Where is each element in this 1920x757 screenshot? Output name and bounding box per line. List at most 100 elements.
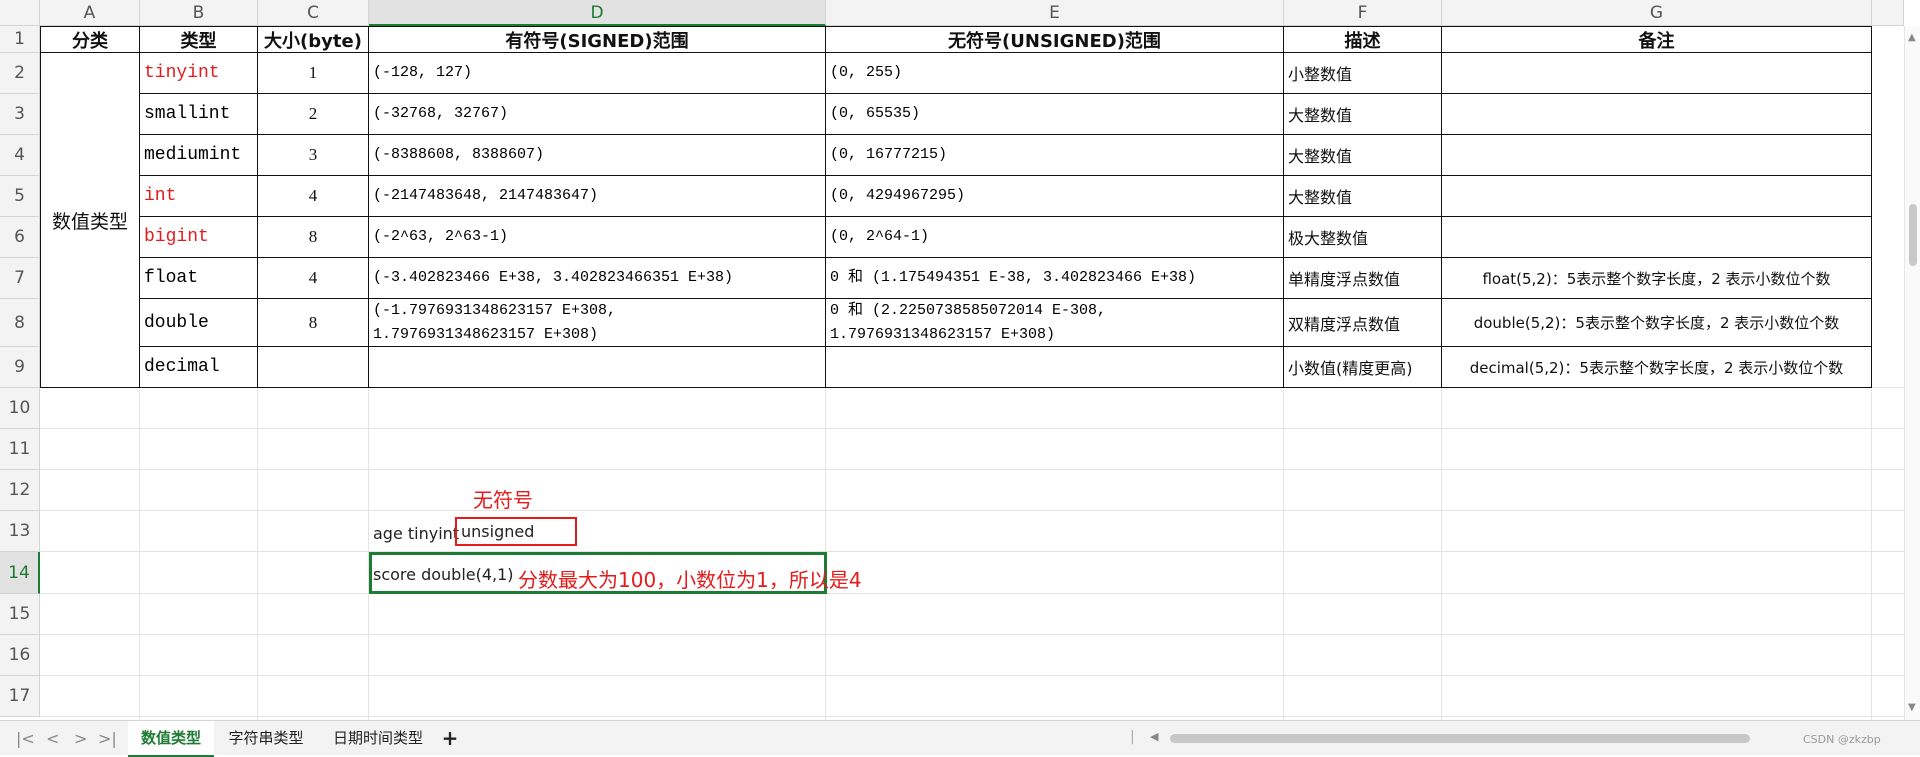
tab-string-types[interactable]: 字符串类型 xyxy=(218,721,314,755)
type-cell-float[interactable]: float xyxy=(140,258,258,299)
description-cell[interactable]: 单精度浮点数值 xyxy=(1284,258,1442,299)
age-definition-text[interactable]: age tinyint xyxy=(373,524,459,543)
unsigned-range-cell[interactable]: 0 和 (1.175494351 E-38, 3.402823466 E+38) xyxy=(826,258,1284,299)
size-cell[interactable]: 4 xyxy=(258,176,369,217)
size-cell[interactable]: 8 xyxy=(258,299,369,347)
row-header-9[interactable]: 9 xyxy=(0,347,40,388)
note-cell[interactable] xyxy=(1442,176,1872,217)
description-cell[interactable]: 大整数值 xyxy=(1284,94,1442,135)
row-header-2[interactable]: 2 xyxy=(0,53,40,94)
select-all-corner[interactable] xyxy=(0,0,40,26)
description-cell[interactable]: 小数值(精度更高) xyxy=(1284,347,1442,388)
tab-numeric-types[interactable]: 数值类型 xyxy=(128,721,214,757)
header-unsigned-range[interactable]: 无符号(UNSIGNED)范围 xyxy=(826,26,1284,53)
score-definition-text[interactable]: score double(4,1) xyxy=(373,565,514,584)
column-header-f[interactable]: F xyxy=(1284,0,1442,26)
category-cell-numeric[interactable]: 数值类型 xyxy=(40,53,140,388)
age-unsigned-highlight[interactable]: unsigned xyxy=(455,517,577,546)
header-type[interactable]: 类型 xyxy=(140,26,258,53)
row-header-12[interactable]: 12 xyxy=(0,470,40,511)
row-header-6[interactable]: 6 xyxy=(0,217,40,258)
type-cell-tinyint[interactable]: tinyint xyxy=(140,53,258,94)
vertical-scroll-thumb[interactable] xyxy=(1909,204,1917,266)
size-cell[interactable]: 2 xyxy=(258,94,369,135)
size-cell[interactable]: 4 xyxy=(258,258,369,299)
row-header-16[interactable]: 16 xyxy=(0,635,40,676)
first-sheet-icon[interactable]: |< xyxy=(16,729,35,748)
header-category[interactable]: 分类 xyxy=(40,26,140,53)
note-cell[interactable] xyxy=(1442,217,1872,258)
next-sheet-icon[interactable]: > xyxy=(74,729,87,748)
description-cell[interactable]: 极大整数值 xyxy=(1284,217,1442,258)
row-header-4[interactable]: 4 xyxy=(0,135,40,176)
header-size[interactable]: 大小(byte) xyxy=(258,26,369,53)
description-cell[interactable]: 双精度浮点数值 xyxy=(1284,299,1442,347)
type-cell-mediumint[interactable]: mediumint xyxy=(140,135,258,176)
header-description[interactable]: 描述 xyxy=(1284,26,1442,53)
note-cell[interactable] xyxy=(1442,53,1872,94)
signed-range-cell[interactable]: (-2^63, 2^63-1) xyxy=(369,217,826,258)
scroll-up-icon[interactable]: ▲ xyxy=(1908,32,1916,43)
spreadsheet-grid[interactable]: ABCDEFG 1 2 3 4 5 6 7 8 9 10 11 12 13 14 15 16 17 分类 类型 … xyxy=(0,0,1920,720)
tab-datetime-types[interactable]: 日期时间类型 xyxy=(322,721,434,755)
note-cell[interactable] xyxy=(1442,94,1872,135)
add-sheet-button[interactable]: + xyxy=(438,721,462,755)
last-sheet-icon[interactable]: >| xyxy=(98,729,117,748)
type-cell-double[interactable]: double xyxy=(140,299,258,347)
note-cell[interactable]: decimal(5,2)：5表示整个数字长度，2 表示小数位个数 xyxy=(1442,347,1872,388)
unsigned-range-cell[interactable]: (0, 2^64-1) xyxy=(826,217,1284,258)
row-header-17[interactable]: 17 xyxy=(0,676,40,717)
description-cell[interactable]: 小整数值 xyxy=(1284,53,1442,94)
column-header-b[interactable]: B xyxy=(140,0,258,26)
row-header-15[interactable]: 15 xyxy=(0,594,40,635)
column-header-e[interactable]: E xyxy=(826,0,1284,26)
note-cell[interactable] xyxy=(1442,135,1872,176)
note-cell[interactable]: float(5,2)：5表示整个数字长度，2 表示小数位个数 xyxy=(1442,258,1872,299)
description-cell[interactable]: 大整数值 xyxy=(1284,135,1442,176)
type-cell-bigint[interactable]: bigint xyxy=(140,217,258,258)
size-cell[interactable]: 1 xyxy=(258,53,369,94)
column-header-g[interactable]: G xyxy=(1442,0,1872,26)
signed-range-cell[interactable]: (-2147483648, 2147483647) xyxy=(369,176,826,217)
row-header-1[interactable]: 1 xyxy=(0,26,40,53)
size-cell[interactable]: 8 xyxy=(258,217,369,258)
signed-range-cell[interactable]: (-128, 127) xyxy=(369,53,826,94)
unsigned-range-cell[interactable] xyxy=(826,347,1284,388)
row-header-3[interactable]: 3 xyxy=(0,94,40,135)
signed-range-cell[interactable]: (-8388608, 8388607) xyxy=(369,135,826,176)
scroll-left-icon[interactable]: ◀ xyxy=(1150,730,1158,743)
signed-range-cell[interactable]: (-1.7976931348623157 E+308, 1.7976931348… xyxy=(369,299,826,347)
header-signed-range[interactable]: 有符号(SIGNED)范围 xyxy=(369,26,826,53)
column-header-d[interactable]: D xyxy=(369,0,826,26)
size-cell[interactable]: 3 xyxy=(258,135,369,176)
unsigned-range-cell[interactable]: (0, 65535) xyxy=(826,94,1284,135)
row-header-5[interactable]: 5 xyxy=(0,176,40,217)
header-note[interactable]: 备注 xyxy=(1442,26,1872,53)
row-header-11[interactable]: 11 xyxy=(0,429,40,470)
signed-range-cell[interactable]: (-32768, 32767) xyxy=(369,94,826,135)
note-cell[interactable]: double(5,2)：5表示整个数字长度，2 表示小数位个数 xyxy=(1442,299,1872,347)
type-cell-smallint[interactable]: smallint xyxy=(140,94,258,135)
unsigned-range-cell[interactable]: (0, 255) xyxy=(826,53,1284,94)
row-header-7[interactable]: 7 xyxy=(0,258,40,299)
unsigned-range-cell[interactable]: 0 和 (2.2250738585072014 E-308, 1.7976931… xyxy=(826,299,1284,347)
row-header-14[interactable]: 14 xyxy=(0,552,40,594)
prev-sheet-icon[interactable]: < xyxy=(46,729,59,748)
vertical-scrollbar[interactable]: ▲ ▼ xyxy=(1904,26,1920,720)
grid-line xyxy=(40,428,1904,429)
signed-range-cell[interactable] xyxy=(369,347,826,388)
horizontal-scroll-thumb[interactable] xyxy=(1170,734,1750,743)
description-cell[interactable]: 大整数值 xyxy=(1284,176,1442,217)
unsigned-range-cell[interactable]: (0, 16777215) xyxy=(826,135,1284,176)
size-cell[interactable] xyxy=(258,347,369,388)
column-header-a[interactable]: A xyxy=(40,0,140,26)
row-header-10[interactable]: 10 xyxy=(0,388,40,429)
column-header-c[interactable]: C xyxy=(258,0,369,26)
signed-range-cell[interactable]: (-3.402823466 E+38, 3.402823466351 E+38) xyxy=(369,258,826,299)
unsigned-range-cell[interactable]: (0, 4294967295) xyxy=(826,176,1284,217)
scroll-down-icon[interactable]: ▼ xyxy=(1908,702,1916,713)
row-header-8[interactable]: 8 xyxy=(0,299,40,347)
row-header-13[interactable]: 13 xyxy=(0,511,40,552)
type-cell-int[interactable]: int xyxy=(140,176,258,217)
type-cell-decimal[interactable]: decimal xyxy=(140,347,258,388)
